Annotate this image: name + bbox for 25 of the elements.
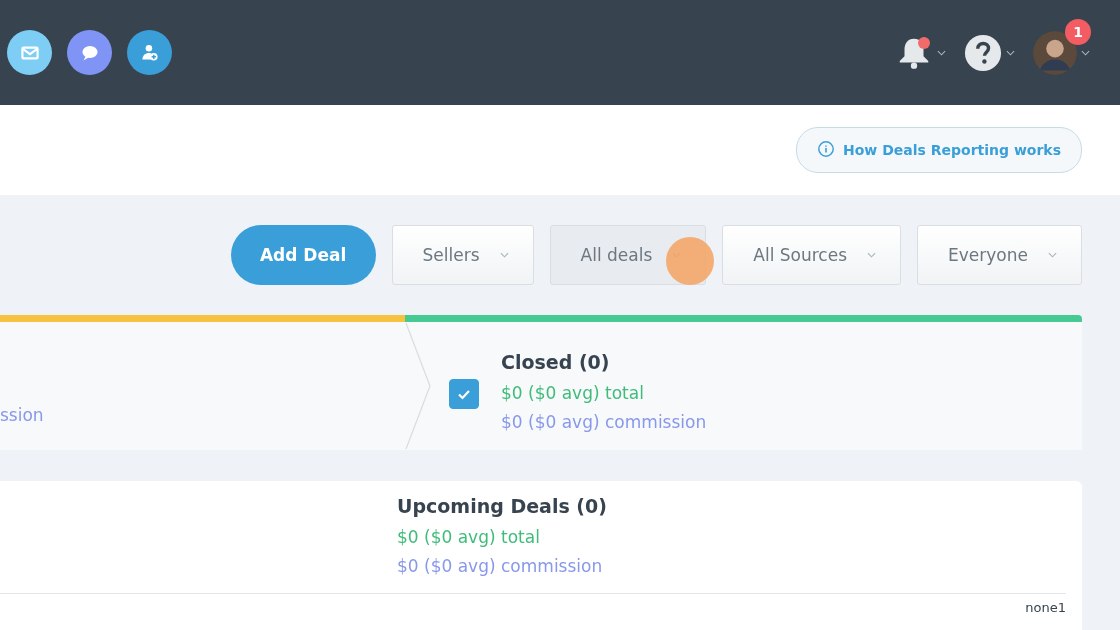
caret-icon [1081, 49, 1090, 56]
footer-label: none1 [1025, 600, 1066, 615]
commission-amount: $0 ($0 avg) commission [501, 410, 707, 434]
total-amount: $0 ($0 avg) total [501, 381, 645, 405]
card-title: Upcoming Deals (0) [397, 495, 608, 517]
help-icon[interactable] [964, 33, 1002, 72]
stage-checkbox[interactable] [449, 378, 479, 409]
help-link[interactable]: How Deals Reporting works [796, 127, 1082, 173]
caret-icon [1048, 252, 1057, 258]
total-amount: $0 ($0 avg) total [397, 526, 541, 549]
caret-icon [867, 252, 877, 258]
filter-dropdown[interactable]: Everyone [917, 225, 1082, 285]
filter-dropdown[interactable]: All Sources [722, 225, 902, 285]
caret-icon [499, 252, 509, 258]
notification-badge: 1 [1065, 18, 1091, 45]
stage-title: Closed (0) [501, 350, 611, 373]
chat-bubble-icon[interactable] [67, 30, 112, 75]
caret-icon [1006, 49, 1015, 56]
filter-dropdown[interactable]: Sellers [391, 225, 534, 285]
mail-icon[interactable] [7, 30, 52, 75]
add-person-icon[interactable] [127, 30, 172, 75]
commission-amount: ssion [0, 404, 44, 427]
add-deal-button[interactable]: Add Deal [230, 225, 376, 285]
caret-icon [937, 49, 946, 56]
commission-amount: $0 ($0 avg) commission [397, 555, 604, 578]
